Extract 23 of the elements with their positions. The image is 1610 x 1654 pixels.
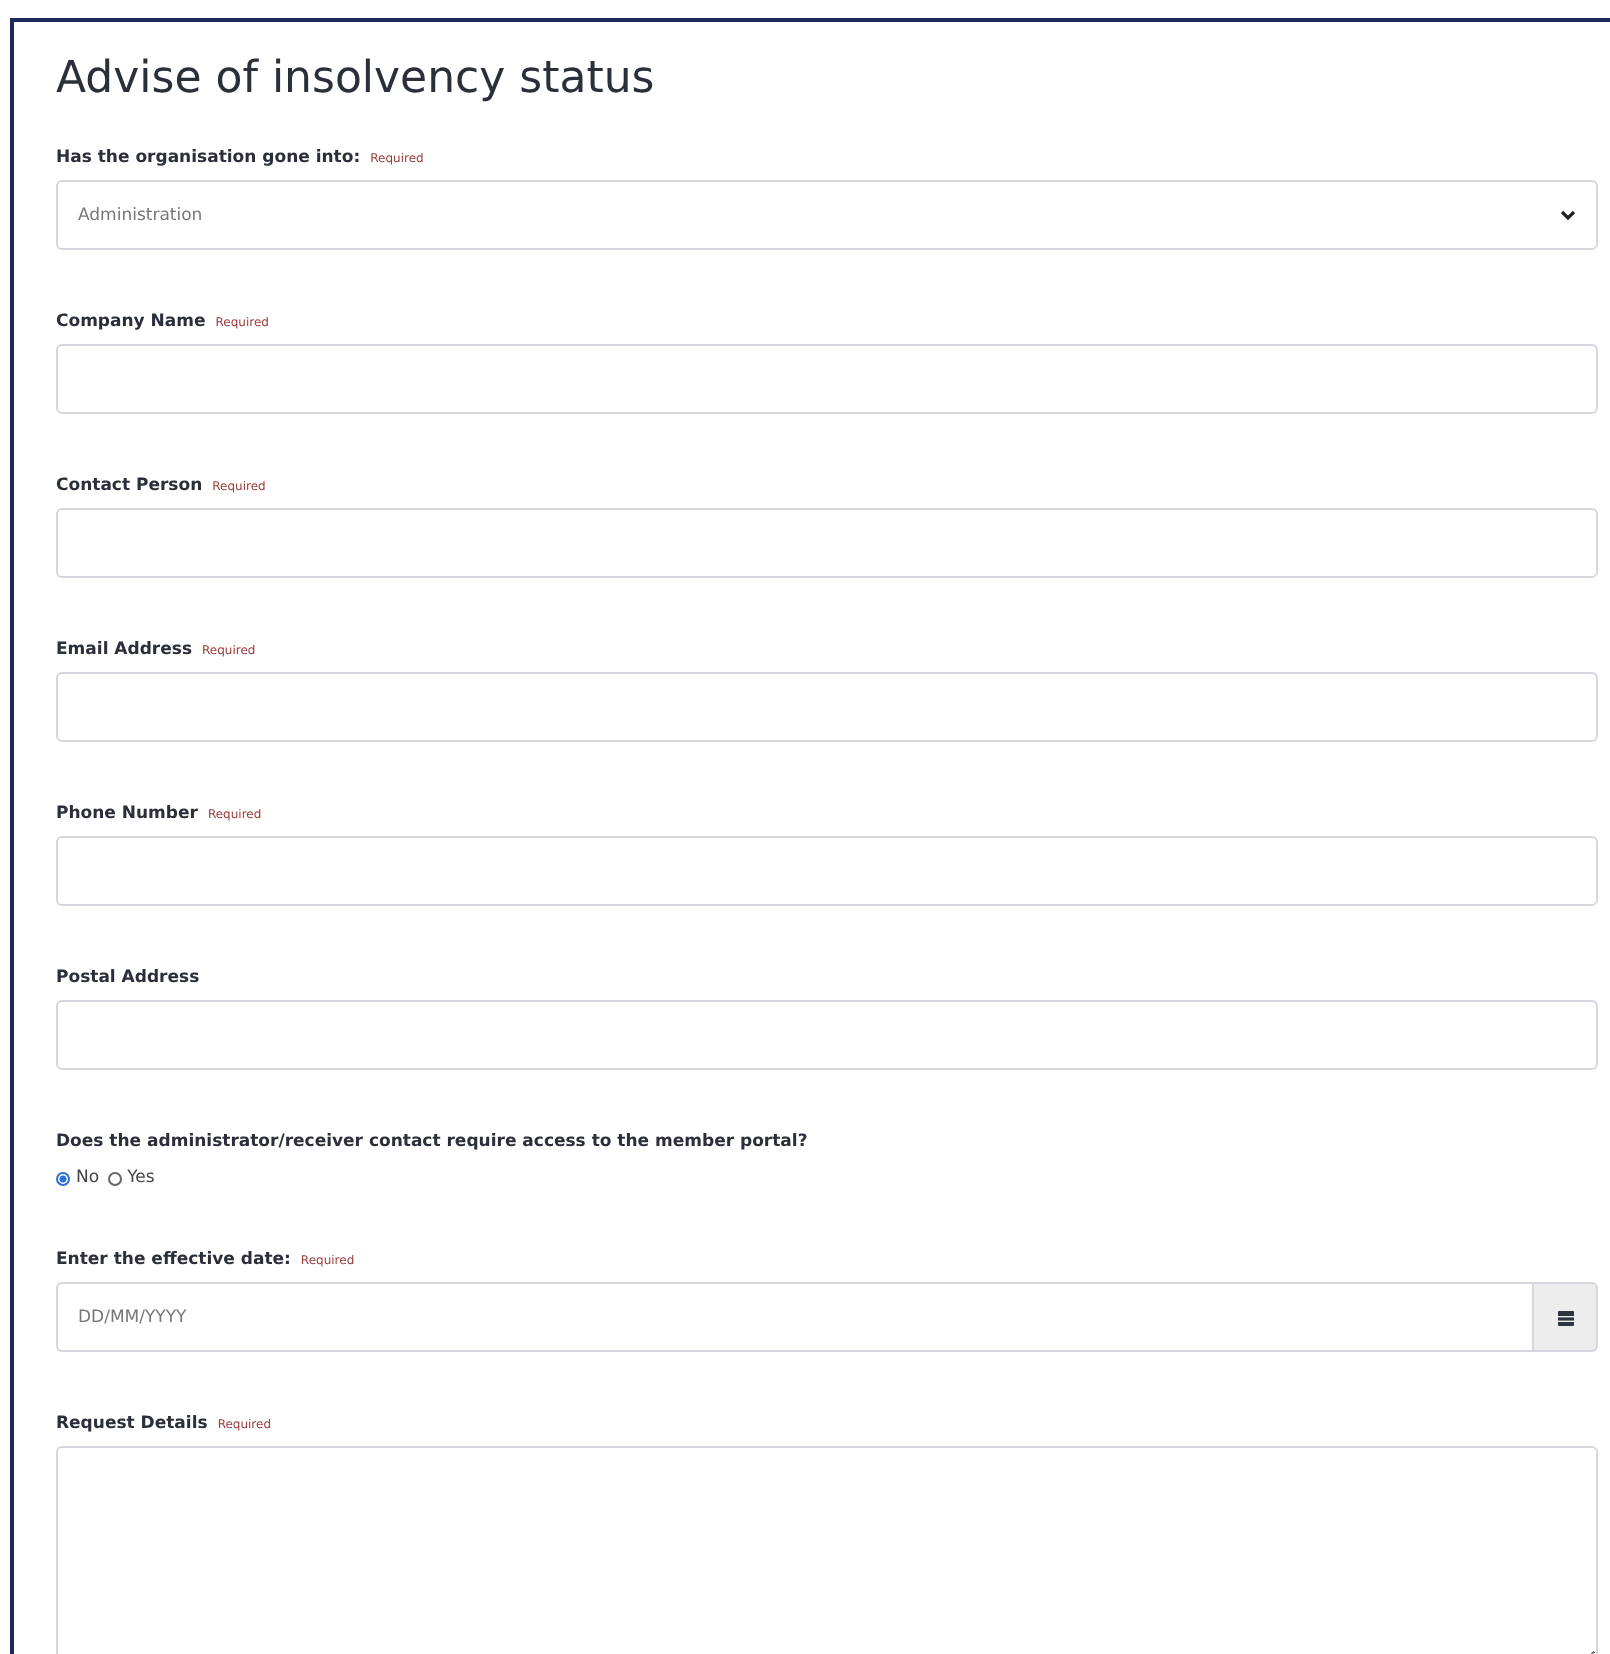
chevron-down-icon — [1560, 209, 1576, 221]
field-label: Does the administrator/receiver contact require access to the member portal? — [56, 1132, 808, 1152]
text-field[interactable] — [56, 1000, 1598, 1070]
dropdown-field[interactable]: Administration — [56, 180, 1598, 250]
text-field[interactable] — [56, 508, 1598, 578]
calendar-icon — [1557, 1309, 1573, 1325]
date-field[interactable]: DD/MM/YYYY — [56, 1282, 1532, 1352]
field-label: Postal Address — [56, 968, 200, 988]
field-label: Email Address — [56, 640, 193, 660]
field-label: Phone Number — [56, 804, 198, 824]
calendar-button[interactable] — [1532, 1282, 1598, 1352]
field-label: Contact Person — [56, 476, 203, 496]
text-field[interactable] — [56, 344, 1598, 414]
field-label: Enter the effective date: — [56, 1250, 291, 1270]
radio-option[interactable]: No — [56, 1168, 100, 1188]
text-field[interactable] — [56, 672, 1598, 742]
field-label: Has the organisation gone into: — [56, 148, 361, 168]
page-title: Advise of insolvency status — [56, 52, 657, 108]
text-field[interactable] — [56, 836, 1598, 906]
field-label: Company Name — [56, 312, 206, 332]
textarea-field[interactable] — [56, 1446, 1598, 1654]
field-label: Request Details — [56, 1414, 208, 1434]
radio-option[interactable]: Yes — [107, 1168, 155, 1188]
